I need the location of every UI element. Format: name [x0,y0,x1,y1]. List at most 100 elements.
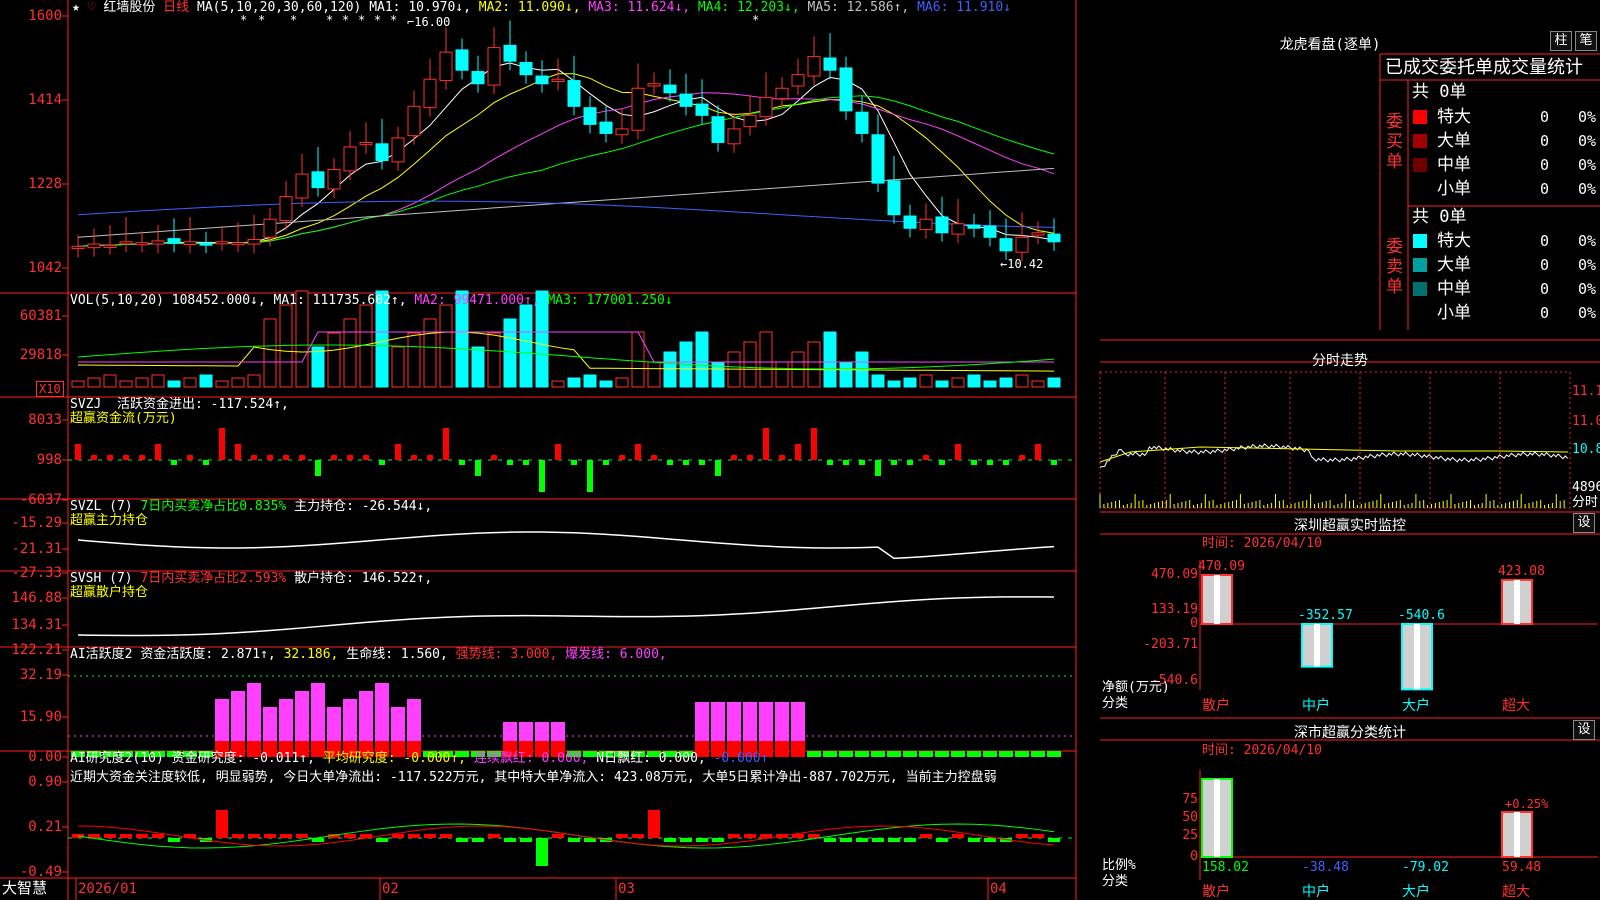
svzj-bar [411,455,417,460]
ai2-bar [712,838,724,842]
candle-body [391,137,405,163]
candle-body [215,241,229,245]
svzj-bar [619,455,625,460]
svzj-bar [347,455,353,460]
buy-row-name: 中单 [1437,155,1471,175]
candle-body [903,215,917,229]
ai1-tick-2: 0.00 [28,749,62,765]
sz-bar-value-1: -352.57 [1298,608,1353,623]
ai2-bar [136,834,148,838]
sell-row-count: 0 [1540,304,1550,322]
candle-body [487,47,501,86]
candle-body [791,74,805,87]
volume-bar [519,304,533,388]
sz-bar-highlight [1514,579,1520,624]
svzj-bar [699,460,705,465]
ai-activity-header: AI活跃度2 资金活跃度: 2.871↑, 32.186, 生命线: 1.560… [70,647,667,662]
volume-bar [743,341,757,388]
sc-stats-settings-button[interactable]: 设 [1573,720,1595,740]
main-header: ★ ♡ 红墙股份 日线 MA(5,10,20,30,60,120) MA1: 1… [72,0,1011,16]
svsh-tick-0: 146.88 [11,590,62,606]
svzj-bar [635,444,641,460]
ai1-bar [1031,751,1045,757]
svzj-bar [779,455,785,460]
vol-header: VOL(5,10,20) 108452.000↓, MA1: 111735.60… [70,293,673,308]
order-stats-tab[interactable]: 已成交委托单成交量统计 [1385,57,1583,79]
ai2-bar [1016,834,1028,838]
candle-body [103,244,117,248]
vol-unit-badge[interactable]: X10 [36,381,64,397]
sell-row-pct: 0% [1578,280,1597,298]
volume-bar [599,380,613,388]
svzj-bar [939,460,945,465]
heart-icon[interactable]: ♡ [88,0,96,15]
candle-body [183,241,197,246]
ai1-bar [1047,751,1061,757]
svzj-bar [171,460,177,465]
candle-body [743,114,757,128]
svzj-subtitle: 超赢资金流(万元) [70,411,177,426]
ai2-bar [280,834,292,838]
bar-view-button[interactable]: 柱 [1550,31,1572,51]
sell-total: 共 0单 [1412,207,1467,227]
sz-bar-name-0: 散户 [1202,698,1230,714]
buy-row-count: 0 [1540,180,1550,198]
intraday-title[interactable]: 分时走势 [1260,350,1420,370]
volume-bar [183,377,197,388]
ai2-bar [808,834,820,838]
volume-bar [759,331,773,388]
buy-row-color-swatch [1413,158,1427,172]
candle-body [679,93,693,107]
sc-bar-highlight [1514,812,1520,857]
candle-body [855,111,869,134]
svzj-bar [491,455,497,460]
svzj-bar [315,460,321,476]
svzj-bar [683,460,689,465]
stock-name[interactable]: 红墙股份 [103,0,155,15]
ai2-bar [904,838,916,842]
favorite-star-icon[interactable]: ★ [72,0,80,15]
ai2-bar [728,834,740,838]
volume-bar [1015,374,1029,388]
ai2-bar [440,834,452,838]
signal-star: * [240,13,248,27]
period-label[interactable]: 日线 [163,0,189,15]
candle-body [695,103,709,116]
svzj-bar [555,444,561,460]
ai2-bar [696,838,708,842]
ai2-bar [216,810,228,838]
ai1-bar [999,751,1013,757]
svzj-bar [187,455,193,460]
sz-monitor-settings-button[interactable]: 设 [1573,513,1595,533]
sc-bar-value-0: 158.02 [1202,860,1249,875]
sc-bar-value-1: -38.48 [1302,860,1349,875]
ai2-bar [648,810,660,838]
svzl-subtitle: 超赢主力持仓 [70,513,149,528]
volume-bar [439,304,453,388]
volume-bar [487,332,501,388]
candle-body [295,173,309,199]
candle-body [775,87,789,100]
volume-bar [215,380,229,388]
volume-bar [199,374,213,388]
ai2-bar [520,838,532,842]
sell-row-pct: 0% [1578,304,1597,322]
volume-bar [119,380,133,388]
svzj-bar [731,455,737,460]
buy-row-name: 特大 [1437,107,1471,127]
ai2-bar [264,834,276,838]
candle-body [1015,236,1029,253]
brand-logo[interactable]: 大智慧 [2,880,47,896]
ai-research-header: AI研究度2(10) 资金研究度: -0.011↑, 平均研究度: -0.000… [70,751,769,766]
ai2-bar [744,834,756,838]
sz-bar-highlight [1314,624,1320,667]
ai2-tick-1: 0.21 [28,819,62,835]
volume-bar [1031,380,1045,388]
candle-body [807,56,821,77]
svzj-bar [475,460,481,476]
ma-value-1: MA1: 10.970↓, [369,0,471,15]
svzl-line [77,531,1055,560]
tick-view-button[interactable]: 笔 [1575,31,1597,51]
candle-body [663,84,677,94]
candle-body [135,242,149,246]
